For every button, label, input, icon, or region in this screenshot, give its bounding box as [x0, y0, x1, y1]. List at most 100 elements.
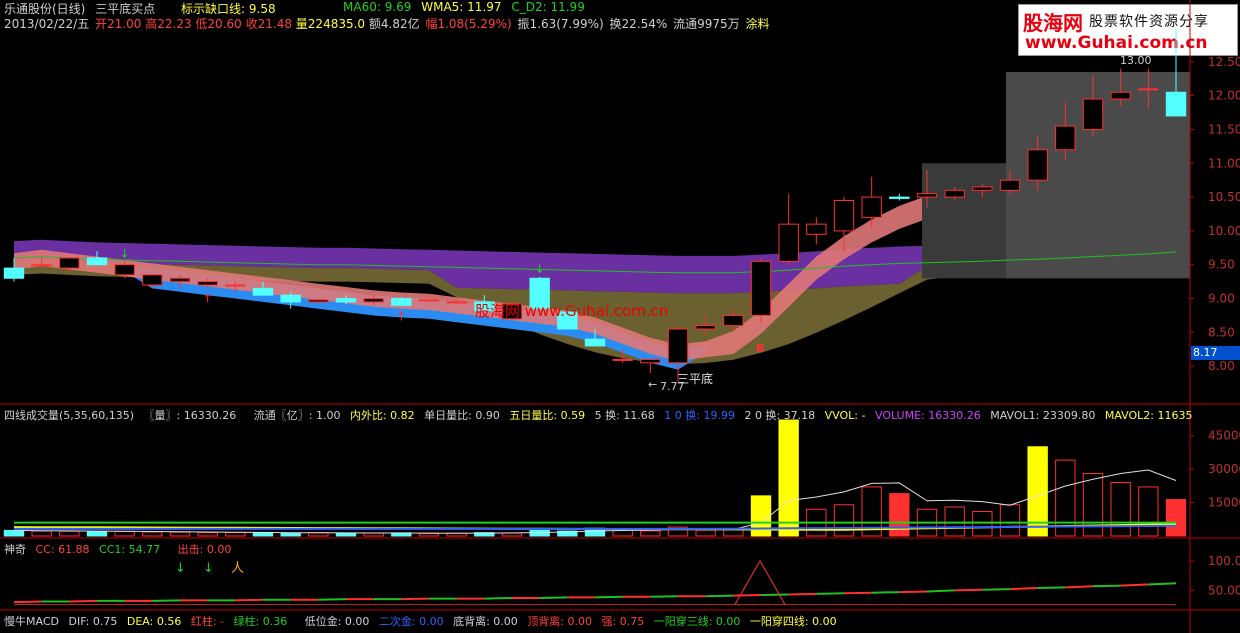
cc-line-segment — [954, 588, 983, 592]
volume-bar — [142, 531, 163, 537]
yang3-value: 一阳穿三线: 0.00 — [653, 615, 741, 628]
candle-body — [114, 264, 135, 276]
candle-body — [1138, 88, 1159, 91]
candle-body — [806, 223, 827, 235]
price-tick-label: 12.50 — [1208, 55, 1240, 69]
volume-bar — [280, 532, 301, 537]
cc-value: CC: 61.88 — [35, 543, 90, 556]
volume-bar — [114, 531, 135, 537]
yang4-value: 一阳穿四线: 0.00 — [749, 615, 837, 628]
candle-body — [59, 257, 80, 269]
volume-bar — [59, 530, 80, 537]
volume-header: 四线成交量(5,35,60,135) 〖量〗: 16330.26 流通〖亿〗: … — [4, 407, 1199, 423]
green-bar-value: 绿柱: 0.36 — [233, 615, 288, 628]
min-arrow: ← — [648, 378, 658, 391]
price-tick-label: 8.00 — [1208, 359, 1235, 373]
candle-body — [1165, 91, 1187, 117]
candle-body — [308, 299, 329, 303]
price-tick-label: 12.00 — [1208, 89, 1240, 103]
cc-line-segment — [1120, 583, 1149, 587]
turnover-5: 5 换: 11.68 — [594, 409, 655, 422]
price-tick-label: 10.00 — [1208, 224, 1240, 238]
mavol2-value: MAVOL2: 11635 — [1104, 409, 1193, 422]
cc-line-segment — [926, 589, 955, 593]
candle-body — [861, 196, 882, 218]
shenqi-header: 神奇 CC: 61.88 CC1: 54.77 出击: 0.00 — [4, 541, 237, 557]
five-day-ratio: 五日量比: 0.59 — [509, 409, 586, 422]
volume-bar — [335, 532, 357, 537]
volume-tick-label: 30000 — [1208, 462, 1240, 476]
candle-body — [972, 186, 993, 191]
candle-body — [280, 294, 301, 303]
volume-bar — [1138, 486, 1159, 537]
candle-body — [944, 189, 965, 198]
volume-bar — [31, 530, 52, 537]
float-value: 流通〖亿〗: 1.00 — [253, 409, 341, 422]
cc-line-segment — [982, 588, 1011, 591]
volume-total: VOLUME: 16330.26 — [874, 409, 981, 422]
center-watermark: 股海网 www.Guhai.com.cn — [475, 302, 669, 320]
cc-line-segment — [539, 596, 568, 599]
cc-line-segment — [235, 598, 264, 602]
volume-title: 四线成交量(5,35,60,135) — [4, 409, 135, 422]
turnover-10: 1 0 换: 19.99 — [664, 409, 735, 422]
candle-body — [391, 298, 412, 306]
down-arrow-icon: ↓ — [203, 561, 214, 576]
down-arrow-icon: ↓ — [535, 262, 545, 276]
turnover-20: 2 0 换: 37.18 — [744, 409, 816, 422]
macd-header: 慢牛MACD DIF: 0.75 DEA: 0.56 红柱: - 绿柱: 0.3… — [4, 613, 843, 629]
price-tick-label: 8.50 — [1208, 325, 1235, 339]
cc-line-segment — [788, 592, 817, 596]
candle-body — [916, 193, 938, 198]
cc-line-segment — [733, 594, 762, 597]
volume-bar — [3, 529, 25, 537]
volume-bar — [197, 532, 218, 537]
vvol-value: VVOL: - — [824, 409, 866, 422]
price-tick-label: 11.00 — [1208, 156, 1240, 170]
candle-body — [446, 301, 467, 304]
volume-bar — [169, 531, 191, 537]
volume-bar — [252, 532, 274, 537]
runner-icon: 人 — [231, 561, 244, 576]
red-bar-value: 红柱: - — [190, 615, 224, 628]
attack-signal-triangle — [734, 559, 786, 605]
candle-body — [833, 199, 855, 232]
cc1-value: CC1: 54.77 — [99, 543, 161, 556]
candle-body — [723, 314, 744, 327]
candle-body — [335, 298, 357, 303]
candle-body — [640, 358, 661, 364]
candle-body — [252, 287, 274, 296]
mavol1-value: MAVOL1: 23309.80 — [990, 409, 1096, 422]
volume-bar — [363, 532, 384, 537]
candle-body — [169, 277, 191, 283]
price-tick-label: 11.50 — [1208, 122, 1240, 136]
candle-body — [197, 281, 218, 286]
attack-value: 出击: 0.00 — [177, 543, 232, 556]
price-tick-label: 9.50 — [1208, 258, 1235, 272]
cc-line-segment — [760, 593, 789, 597]
osc-tick-label: 100.00 — [1208, 554, 1240, 568]
cc-line-segment — [318, 598, 347, 601]
volume-bar — [778, 419, 799, 537]
cc-line-segment — [843, 591, 872, 595]
low-gold-value: 低位金: 0.00 — [304, 615, 370, 628]
candle-body — [889, 196, 910, 199]
second-gold-value: 二次金: 0.00 — [378, 615, 444, 628]
osc-tick-label: 50.00 — [1208, 583, 1240, 597]
cc-line-segment — [1065, 585, 1094, 589]
cc-line-segment — [69, 599, 98, 603]
candle-body — [363, 298, 384, 303]
candle-body — [142, 274, 163, 286]
price-tick-label: 9.00 — [1208, 292, 1235, 306]
volume-bar — [1055, 459, 1076, 537]
volume-bar — [972, 510, 993, 537]
current-price-tag: 8.17 — [1191, 346, 1240, 360]
cc-line-segment — [1148, 582, 1177, 586]
volume-tick-label: 45000 — [1208, 429, 1240, 443]
volume-bar — [695, 529, 716, 537]
up-arrow-icon: ↑ — [203, 291, 213, 305]
volume-bar — [944, 506, 965, 537]
volume-value: 〖量〗: 16330.26 — [143, 409, 237, 422]
candle-body — [1055, 125, 1076, 151]
cc-line-segment — [899, 590, 928, 594]
